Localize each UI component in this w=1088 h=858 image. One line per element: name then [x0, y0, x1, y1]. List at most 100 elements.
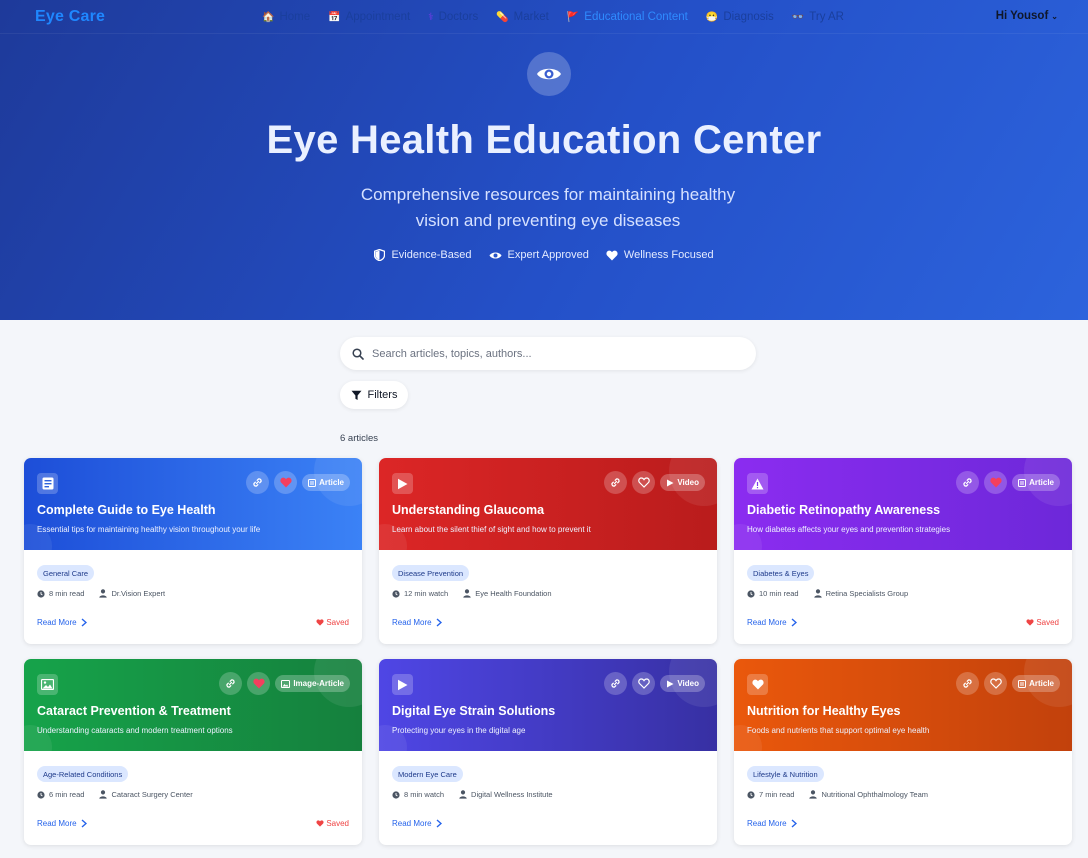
- nav-item-label: Diagnosis: [723, 11, 774, 23]
- search-input[interactable]: [372, 347, 732, 360]
- user-icon: [463, 589, 471, 598]
- article-card[interactable]: Article Diabetic Retinopathy Awareness H…: [734, 458, 1072, 644]
- card-actions: Article: [956, 672, 1060, 695]
- image-icon: [37, 674, 58, 695]
- user-icon: [809, 790, 818, 799]
- read-more-link[interactable]: Read More: [37, 819, 87, 828]
- read-more-label: Read More: [747, 819, 787, 828]
- content-type-badge: Video: [660, 675, 705, 692]
- category-tag: Modern Eye Care: [392, 766, 463, 782]
- card-description: Essential tips for maintaining healthy v…: [37, 525, 261, 534]
- favorite-button[interactable]: [632, 471, 656, 494]
- content-type-label: Video: [677, 478, 699, 487]
- article-card[interactable]: Image-Article Cataract Prevention & Trea…: [24, 659, 362, 845]
- hero-badges: Evidence-Based Expert Approved Wellness …: [0, 249, 1088, 261]
- nav-item-market[interactable]: 💊 Market: [496, 11, 549, 23]
- clock-icon: [392, 790, 400, 799]
- chevron-down-icon: ⌄: [1051, 12, 1058, 21]
- share-link-button[interactable]: [956, 471, 980, 494]
- article-card[interactable]: Article Complete Guide to Eye Health Ess…: [24, 458, 362, 644]
- share-link-button[interactable]: [604, 672, 628, 695]
- author-name: Digital Wellness Institute: [471, 790, 553, 799]
- read-more-link[interactable]: Read More: [747, 618, 797, 627]
- content-type-badge: Image-Article: [275, 675, 350, 692]
- badge-expert-approved: Expert Approved: [489, 249, 589, 261]
- card-description: Understanding cataracts and modern treat…: [37, 726, 233, 735]
- heart-outline-icon: [638, 477, 650, 488]
- read-time: 10 min read: [759, 589, 799, 598]
- badge-label: Evidence-Based: [391, 249, 472, 261]
- user-greeting: Hi Yousof: [995, 10, 1049, 22]
- heart-filled-icon: [253, 678, 265, 689]
- nav-item-label: Home: [279, 11, 311, 23]
- clock-icon: [747, 589, 755, 598]
- favorite-button[interactable]: [247, 672, 271, 695]
- page-title: Eye Health Education Center: [266, 118, 822, 162]
- card-header: Video Digital Eye Strain Solutions Prote…: [379, 659, 717, 751]
- nav-item-educational-content[interactable]: 🚩 Educational Content: [567, 11, 688, 23]
- chevron-right-icon: [791, 819, 797, 828]
- nav-item-label: Try AR: [809, 11, 844, 23]
- author-name: Cataract Surgery Center: [111, 790, 193, 799]
- article-card[interactable]: Video Understanding Glaucoma Learn about…: [379, 458, 717, 644]
- chevron-right-icon: [81, 618, 87, 627]
- play-icon: [667, 680, 674, 687]
- document-icon: [37, 473, 58, 494]
- card-title: Digital Eye Strain Solutions: [392, 704, 556, 718]
- nav-item-appointment[interactable]: 📅 Appointment: [328, 11, 410, 23]
- nav-item-diagnosis[interactable]: 😷 Diagnosis: [706, 11, 774, 23]
- hero-banner: Eye Care 🏠 Home 📅 Appointment ⚕ Doctors …: [0, 0, 1088, 320]
- card-meta: 12 min watch Eye Health Foundation: [392, 589, 552, 598]
- card-meta: 8 min watch Digital Wellness Institute: [392, 790, 553, 799]
- clock-icon: [392, 589, 400, 598]
- article-card[interactable]: Video Digital Eye Strain Solutions Prote…: [379, 659, 717, 845]
- read-more-link[interactable]: Read More: [37, 618, 87, 627]
- favorite-button[interactable]: [984, 471, 1008, 494]
- search-bar: [340, 337, 756, 370]
- read-time: 8 min watch: [404, 790, 445, 799]
- stethoscope-icon: ⚕: [428, 11, 434, 23]
- user-icon: [99, 790, 108, 799]
- card-actions: Article: [246, 471, 350, 494]
- content-type-badge: Article: [302, 474, 350, 491]
- house-icon: 🏠: [262, 11, 275, 23]
- nav-item-try-ar[interactable]: 👓 Try AR: [792, 11, 844, 23]
- saved-indicator: Saved: [316, 618, 349, 627]
- filters-button[interactable]: Filters: [340, 381, 408, 409]
- card-description: Foods and nutrients that support optimal…: [747, 726, 930, 735]
- badge-label: Expert Approved: [507, 249, 589, 261]
- nav-item-doctors[interactable]: ⚕ Doctors: [428, 11, 478, 23]
- read-more-label: Read More: [392, 618, 432, 627]
- share-link-button[interactable]: [219, 672, 243, 695]
- card-header: Image-Article Cataract Prevention & Trea…: [24, 659, 362, 751]
- card-title: Diabetic Retinopathy Awareness: [747, 503, 941, 517]
- nav-item-label: Market: [513, 11, 549, 23]
- clock-icon: [747, 790, 755, 799]
- nav-item-home[interactable]: 🏠 Home: [262, 11, 310, 23]
- page-subtitle: Comprehensive resources for maintaining …: [360, 185, 736, 230]
- card-description: How diabetes affects your eyes and preve…: [747, 525, 951, 534]
- article-card[interactable]: Article Nutrition for Healthy Eyes Foods…: [734, 659, 1072, 845]
- share-link-button[interactable]: [604, 471, 628, 494]
- favorite-button[interactable]: [984, 672, 1008, 695]
- favorite-button[interactable]: [274, 471, 298, 494]
- read-more-link[interactable]: Read More: [747, 819, 797, 828]
- brand-logo[interactable]: Eye Care: [35, 8, 235, 26]
- user-icon: [99, 589, 108, 598]
- card-meta: 8 min read Dr.Vision Expert: [37, 589, 165, 598]
- heart-icon: [747, 674, 768, 695]
- heart-filled-icon: [990, 477, 1002, 488]
- share-link-button[interactable]: [246, 471, 270, 494]
- chevron-right-icon: [81, 819, 87, 828]
- share-link-button[interactable]: [956, 672, 980, 695]
- card-header: Article Nutrition for Healthy Eyes Foods…: [734, 659, 1072, 751]
- card-meta: 6 min read Cataract Surgery Center: [37, 790, 193, 799]
- read-more-link[interactable]: Read More: [392, 618, 442, 627]
- card-title: Nutrition for Healthy Eyes: [747, 704, 901, 718]
- image-icon: [281, 679, 291, 688]
- favorite-button[interactable]: [632, 672, 656, 695]
- read-time: 8 min read: [49, 589, 85, 598]
- read-more-link[interactable]: Read More: [392, 819, 442, 828]
- user-menu[interactable]: Hi Yousof ⌄: [996, 10, 1058, 22]
- top-navbar: Eye Care 🏠 Home 📅 Appointment ⚕ Doctors …: [0, 0, 1088, 34]
